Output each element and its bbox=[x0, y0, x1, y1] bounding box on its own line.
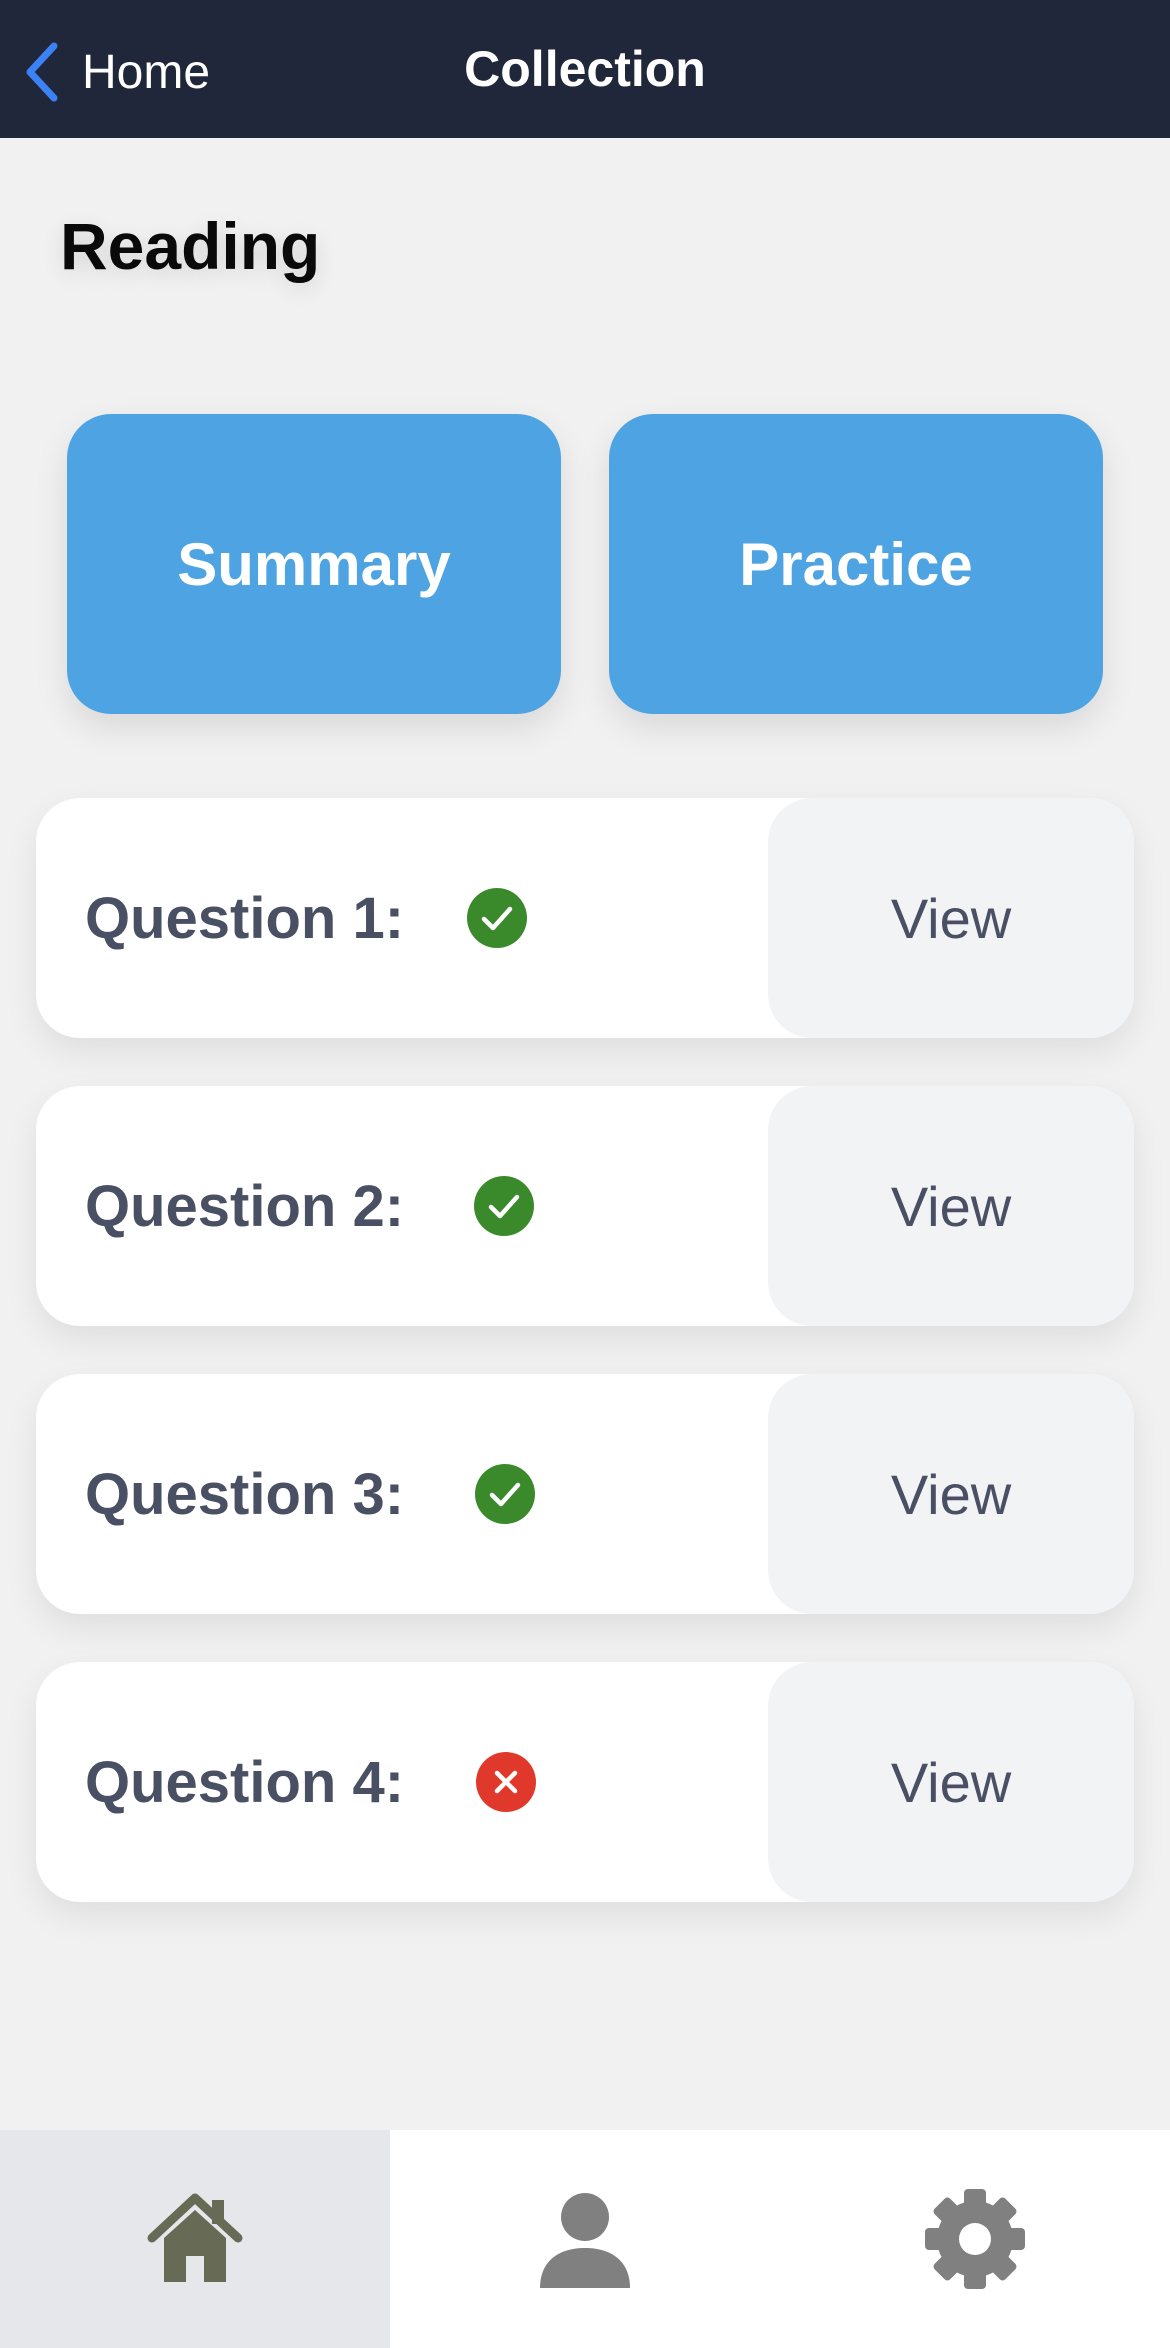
question-label: Question 1: bbox=[85, 885, 405, 951]
check-circle-icon bbox=[474, 1176, 534, 1236]
question-label: Question 4: bbox=[85, 1749, 405, 1815]
check-circle-icon bbox=[475, 1464, 535, 1524]
question-row: Question 3: View bbox=[36, 1374, 1134, 1614]
home-icon bbox=[147, 2193, 243, 2282]
bottom-tab-bar bbox=[0, 2130, 1170, 2348]
app-screen: Home Collection Reading Summary Practice… bbox=[0, 0, 1170, 2348]
tab-profile[interactable] bbox=[390, 2130, 780, 2348]
x-circle-icon bbox=[476, 1752, 536, 1812]
gear-icon bbox=[925, 2189, 1025, 2289]
summary-button[interactable]: Summary bbox=[67, 414, 561, 714]
view-button[interactable]: View bbox=[768, 1374, 1134, 1614]
view-button[interactable]: View bbox=[768, 1662, 1134, 1902]
top-navigation-bar: Home Collection bbox=[0, 0, 1170, 138]
question-row: Question 2: View bbox=[36, 1086, 1134, 1326]
check-circle-icon bbox=[467, 888, 527, 948]
question-row: Question 4: View bbox=[36, 1662, 1134, 1902]
tab-home[interactable] bbox=[0, 2130, 390, 2348]
question-label: Question 3: bbox=[85, 1461, 405, 1527]
person-icon bbox=[540, 2193, 630, 2288]
view-button[interactable]: View bbox=[768, 798, 1134, 1038]
page-title: Collection bbox=[464, 41, 706, 97]
question-label: Question 2: bbox=[85, 1173, 405, 1239]
section-title: Reading bbox=[60, 209, 321, 283]
practice-button[interactable]: Practice bbox=[609, 414, 1103, 714]
tab-settings[interactable] bbox=[780, 2130, 1170, 2348]
question-row: Question 1: View bbox=[36, 798, 1134, 1038]
view-button[interactable]: View bbox=[768, 1086, 1134, 1326]
